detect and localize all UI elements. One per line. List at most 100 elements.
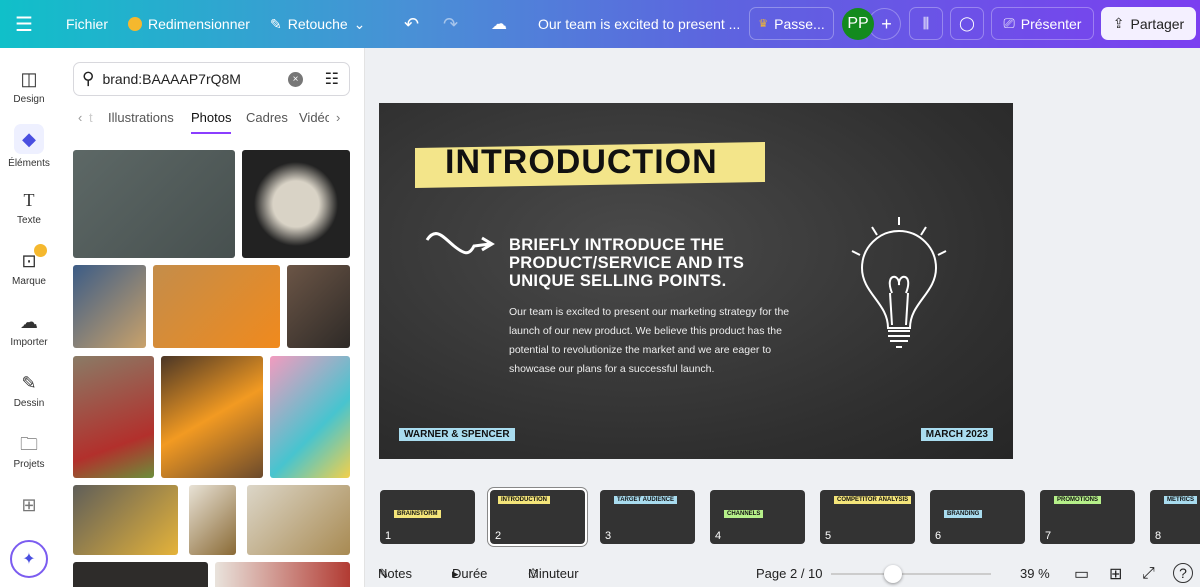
undo-icon[interactable]: ↶ [404, 0, 419, 48]
photo-ice-cream-bowl[interactable] [242, 150, 350, 258]
thumbnail-page-3[interactable]: TARGET AUDIENCE 3 [600, 490, 695, 544]
slide-body[interactable]: Our team is excited to present our marke… [509, 303, 819, 379]
thumbnail-number: 8 [1155, 530, 1162, 542]
crown-icon: ♛ [758, 18, 769, 30]
thumbnail-number: 2 [495, 530, 502, 542]
retouch-label: Retouche [287, 16, 348, 32]
present-label: Présenter [1020, 15, 1082, 32]
top-bar: ☰ Fichier Redimensionner ✎ Retouche ⌄ ↶ ↷ … [0, 0, 1200, 48]
thumbnail-page-2[interactable]: INTRODUCTION 2 [488, 488, 587, 546]
share-label: Partager [1130, 15, 1185, 32]
tab-illustrations[interactable]: Illustrations [108, 110, 174, 125]
footer-left[interactable]: WARNER & SPENCER [399, 428, 515, 441]
clear-icon[interactable]: × [288, 71, 303, 87]
thumbnail-number: 7 [1045, 530, 1052, 542]
thumbnail-page-6[interactable]: BRANDING 6 [930, 490, 1025, 544]
thumbnail-page-4[interactable]: CHANNELS 4 [710, 490, 805, 544]
photo-dark[interactable] [73, 562, 208, 587]
redo-icon[interactable]: ↷ [443, 0, 458, 48]
tab-photos[interactable]: Photos [191, 110, 232, 134]
comment-icon: ◯ [959, 15, 975, 31]
sparkle-icon: ✦ [22, 551, 36, 568]
sidebar-item-draw[interactable]: ✎ Dessin [0, 372, 58, 409]
upgrade-label: Passe... [774, 15, 825, 32]
crown-icon [128, 17, 142, 31]
retouch-button[interactable]: ✎ Retouche ⌄ [270, 0, 365, 48]
tabs-next-icon[interactable]: › [336, 110, 340, 125]
bottom-bar: ✎ Notes ▸ Durée ⏱ Minuteur Page 2 / 10 39 %… [365, 560, 1200, 587]
zoom-level[interactable]: 39 % [1020, 560, 1050, 587]
sidebar-item-upload[interactable]: ☁ Importer [0, 311, 58, 348]
filter-icon[interactable]: ☷ [325, 69, 339, 89]
chevron-down-icon: ⌄ [353, 15, 366, 32]
crown-badge-icon [34, 244, 47, 257]
tab-videos[interactable]: Vidéo [299, 110, 329, 125]
search-value[interactable]: brand:BAAAAP7rQ8M [102, 71, 241, 87]
cloud-saved-icon[interactable]: ☁ [491, 0, 507, 48]
sidebar-label: Texte [17, 215, 41, 226]
zoom-slider-handle[interactable] [884, 565, 903, 583]
thumbnail-title: INTRODUCTION [498, 496, 550, 504]
thumbnail-title: COMPETITOR ANALYSIS [834, 496, 912, 504]
thumbnail-page-5[interactable]: COMPETITOR ANALYSIS 5 [820, 490, 915, 544]
upgrade-button[interactable]: ♛ Passe... [749, 7, 834, 40]
thumbnail-page-7[interactable]: PROMOTIONS 7 [1040, 490, 1135, 544]
tabs-prev-icon[interactable]: ‹ [78, 110, 82, 125]
sidebar-item-design[interactable]: ◫ Design [0, 68, 58, 105]
page-view-icon[interactable]: ▭ [1074, 560, 1089, 587]
photo-apples[interactable] [73, 356, 154, 478]
comment-button[interactable]: ◯ [950, 7, 984, 40]
zoom-slider[interactable] [831, 560, 991, 587]
thumbnail-title: BRANDING [944, 510, 983, 518]
thumbnail-number: 4 [715, 530, 722, 542]
layout-icon: ◫ [20, 69, 38, 89]
magic-assistant-button[interactable]: ✦ [10, 540, 48, 578]
photo-popsicle[interactable] [270, 356, 350, 478]
brand-icon: ⊡ [21, 251, 37, 271]
photo-berries[interactable] [215, 562, 350, 587]
folder-icon: 🗀 [20, 434, 38, 454]
page-indicator[interactable]: Page 2 / 10 [756, 560, 823, 587]
share-button[interactable]: ⇪ Partager [1101, 7, 1196, 40]
search-icon: ⚲ [82, 69, 95, 88]
sidebar-item-projects[interactable]: 🗀 Projets [0, 433, 58, 470]
sidebar-item-brand[interactable]: ⊡ Marque [0, 244, 58, 287]
insights-button[interactable]: ⫼ [909, 7, 943, 40]
resize-button[interactable]: Redimensionner [128, 0, 250, 48]
slide-heading[interactable]: BRIEFLY INTRODUCE THE PRODUCT/SERVICE AN… [509, 236, 749, 290]
file-menu[interactable]: Fichier [66, 0, 108, 48]
slide-title[interactable]: INTRODUCTION [445, 143, 718, 182]
photo-oranges[interactable] [153, 265, 280, 348]
document-title[interactable]: Our team is excited to present ... [538, 0, 740, 48]
slide-canvas[interactable]: INTRODUCTION BRIEFLY INTRODUCE THE PRODU… [379, 103, 1013, 459]
help-icon[interactable]: ? [1173, 563, 1193, 583]
sidebar-item-text[interactable]: T Texte [0, 189, 58, 226]
thumbnail-title: TARGET AUDIENCE [614, 496, 677, 504]
search-input[interactable]: ⚲ brand:BAAAAP7rQ8M × ☷ [73, 62, 350, 96]
footer-right[interactable]: MARCH 2023 [920, 428, 993, 441]
photo-longan-bowl[interactable] [73, 265, 146, 348]
tab-partial[interactable]: t [89, 110, 93, 125]
grid-view-icon[interactable]: ⊞ [1109, 560, 1122, 587]
sidebar-label: Design [13, 94, 45, 105]
avatar[interactable]: PP [842, 8, 874, 40]
thumbnail-title: BRAINSTORM [394, 510, 441, 518]
photo-sushi[interactable] [287, 265, 350, 348]
sidebar-label: Importer [10, 337, 48, 348]
thumbnail-page-1[interactable]: BRAINSTORM 1 [380, 490, 475, 544]
share-icon: ⇪ [1112, 15, 1125, 31]
sidebar-item-elements[interactable]: ◆ Éléments [0, 124, 58, 169]
fullscreen-icon[interactable]: ⤢ [1142, 560, 1155, 587]
pencil-icon: ✎ [270, 15, 282, 32]
thumbnail-number: 5 [825, 530, 832, 542]
lightbulb-icon [851, 217, 947, 348]
photo-orange-halves[interactable] [161, 356, 263, 478]
thumbnail-number: 6 [935, 530, 942, 542]
sidebar-label: Marque [12, 276, 46, 287]
photo-ice-cream-bars[interactable] [73, 150, 235, 258]
tab-frames[interactable]: Cadres [246, 110, 288, 125]
thumbnail-page-8[interactable]: METRICS 8 [1150, 490, 1200, 544]
present-button[interactable]: ⎚ Présenter [991, 7, 1094, 40]
sidebar-label: Dessin [13, 398, 45, 409]
hamburger-icon[interactable]: ☰ [15, 0, 33, 48]
